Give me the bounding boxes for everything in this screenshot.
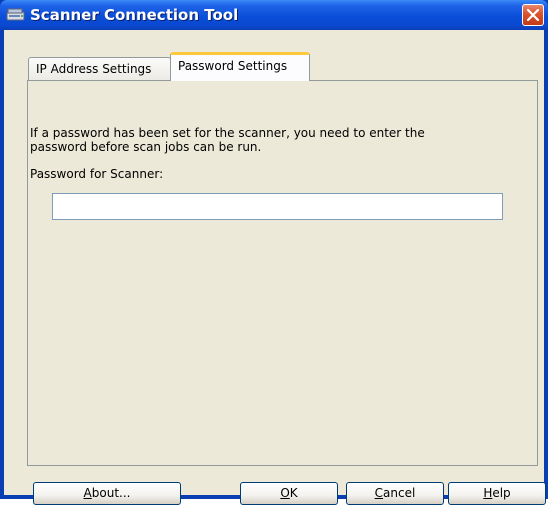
window-title: Scanner Connection Tool: [30, 6, 239, 24]
password-description: If a password has been set for the scann…: [30, 126, 425, 154]
help-label: elp: [492, 486, 511, 500]
ok-button[interactable]: OK: [240, 482, 338, 505]
tab-password-settings[interactable]: Password Settings: [170, 52, 310, 81]
title-bar[interactable]: Scanner Connection Tool: [0, 0, 548, 30]
password-field[interactable]: [52, 193, 503, 220]
about-label: bout...: [91, 486, 131, 500]
tab-ip-address-settings[interactable]: IP Address Settings: [28, 57, 171, 81]
cancel-mnemonic: C: [374, 486, 384, 500]
ok-mnemonic: O: [280, 486, 290, 500]
about-button[interactable]: About...: [33, 482, 181, 505]
cancel-label: ancel: [383, 486, 416, 500]
about-mnemonic: A: [83, 486, 92, 500]
cancel-button[interactable]: Cancel: [346, 482, 444, 505]
help-mnemonic: H: [483, 486, 493, 500]
dialog-client-area: IP Address Settings Password Settings If…: [4, 30, 546, 505]
ok-label: K: [289, 486, 298, 500]
password-label: Password for Scanner:: [30, 167, 164, 181]
scanner-icon: [6, 6, 26, 22]
help-button[interactable]: Help: [448, 482, 546, 505]
close-button[interactable]: [522, 4, 544, 26]
close-icon: [527, 9, 539, 21]
dialog-window: Scanner Connection Tool IP Address Setti…: [0, 0, 548, 505]
